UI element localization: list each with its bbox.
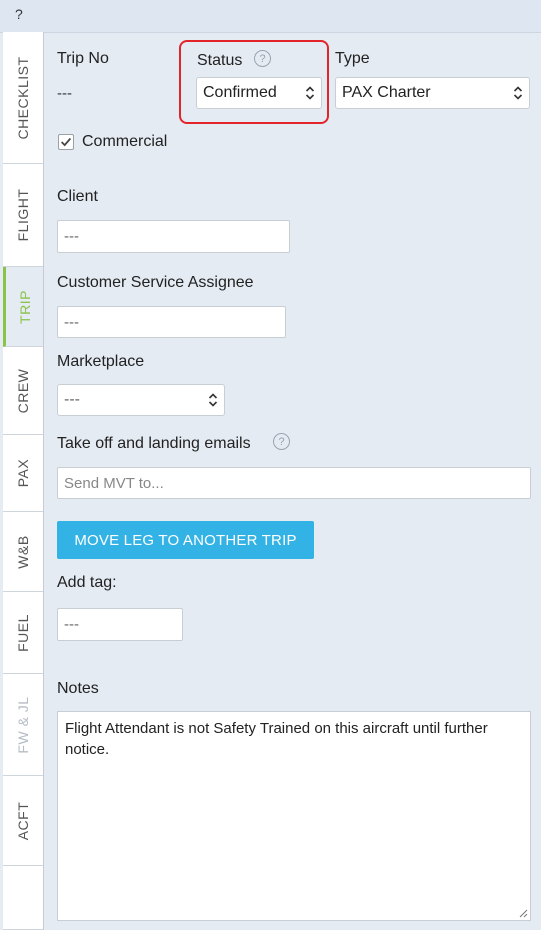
notes-label: Notes bbox=[57, 680, 99, 697]
side-tabs: CHECKLIST FLIGHT TRIP CREW PAX W&B FUEL … bbox=[3, 32, 44, 930]
checkmark-icon bbox=[61, 137, 72, 147]
tab-empty bbox=[3, 866, 43, 930]
top-bar: ? bbox=[0, 0, 541, 33]
status-help-icon[interactable]: ? bbox=[254, 50, 271, 67]
cs-assignee-input[interactable]: --- bbox=[57, 306, 286, 338]
type-select[interactable]: PAX Charter bbox=[335, 77, 530, 109]
emails-help-icon[interactable]: ? bbox=[273, 433, 290, 450]
commercial-checkbox[interactable] bbox=[58, 134, 74, 150]
move-leg-button[interactable]: MOVE LEG TO ANOTHER TRIP bbox=[57, 521, 314, 559]
status-label: Status bbox=[197, 52, 243, 69]
type-label: Type bbox=[335, 50, 370, 67]
tab-fuel[interactable]: FUEL bbox=[3, 592, 43, 674]
notes-textarea[interactable]: Flight Attendant is not Safety Trained o… bbox=[57, 711, 531, 921]
status-select[interactable]: Confirmed bbox=[196, 77, 322, 109]
tab-label: PAX bbox=[15, 458, 31, 488]
tab-label: TRIP bbox=[16, 289, 33, 324]
tab-pax[interactable]: PAX bbox=[3, 435, 43, 512]
emails-input[interactable]: Send MVT to... bbox=[57, 467, 531, 499]
client-label: Client bbox=[57, 188, 98, 205]
tab-label: FUEL bbox=[15, 613, 31, 652]
commercial-label: Commercial bbox=[82, 133, 168, 150]
tab-label: FLIGHT bbox=[15, 188, 31, 242]
notes-text: Flight Attendant is not Safety Trained o… bbox=[65, 720, 488, 758]
tab-label: FW & JL bbox=[15, 695, 31, 754]
tab-acft[interactable]: ACFT bbox=[3, 776, 43, 866]
tab-wb[interactable]: W&B bbox=[3, 512, 43, 592]
type-value: PAX Charter bbox=[342, 84, 431, 101]
chevron-updown-icon bbox=[208, 393, 218, 407]
marketplace-label: Marketplace bbox=[57, 353, 145, 370]
tab-label: W&B bbox=[15, 534, 31, 569]
resize-handle-icon[interactable] bbox=[518, 908, 528, 918]
client-input[interactable]: --- bbox=[57, 220, 290, 253]
add-tag-label: Add tag: bbox=[57, 574, 117, 591]
tab-checklist[interactable]: CHECKLIST bbox=[3, 32, 43, 164]
chevron-updown-icon bbox=[305, 86, 315, 100]
tab-label: ACFT bbox=[15, 801, 31, 840]
tab-trip[interactable]: TRIP bbox=[3, 267, 43, 347]
marketplace-value: --- bbox=[64, 391, 80, 408]
emails-label: Take off and landing emails bbox=[57, 435, 251, 452]
chevron-updown-icon bbox=[513, 86, 523, 100]
tab-crew[interactable]: CREW bbox=[3, 347, 43, 435]
trip-no-label: Trip No bbox=[57, 50, 109, 67]
trip-no-value: --- bbox=[57, 85, 72, 102]
cs-assignee-label: Customer Service Assignee bbox=[57, 274, 254, 291]
tab-label: CHECKLIST bbox=[15, 55, 31, 140]
add-tag-input[interactable]: --- bbox=[57, 608, 183, 641]
tab-fw-jl[interactable]: FW & JL bbox=[3, 674, 43, 776]
status-value: Confirmed bbox=[203, 84, 277, 101]
marketplace-select[interactable]: --- bbox=[57, 384, 225, 416]
help-link[interactable]: ? bbox=[15, 6, 23, 22]
tab-label: CREW bbox=[15, 368, 31, 413]
tab-flight[interactable]: FLIGHT bbox=[3, 164, 43, 267]
